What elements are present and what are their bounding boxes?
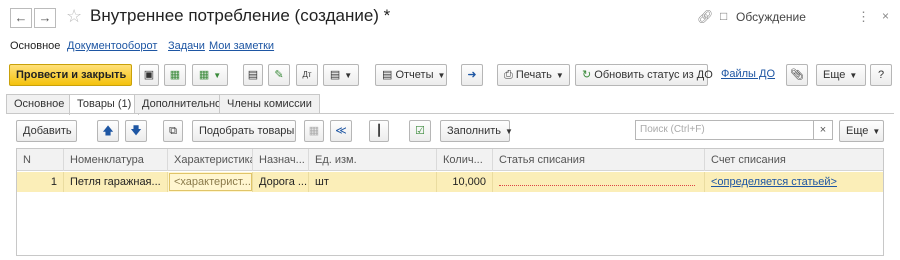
refresh-status-button[interactable]: ↻ Обновить статус из ДО xyxy=(575,64,713,86)
edit-icon[interactable]: ✎ xyxy=(268,64,290,86)
add-button[interactable]: Добавить xyxy=(16,120,77,142)
nav-main[interactable]: Основное xyxy=(10,40,60,52)
required-field-underline xyxy=(499,185,695,186)
print-button[interactable]: ⎙ Печать ▼ xyxy=(497,64,570,86)
cell-item[interactable]: Петля гаражная... xyxy=(64,172,168,192)
star-icon[interactable]: ☆ xyxy=(66,6,82,27)
split-icon[interactable]: ≪ xyxy=(330,120,352,142)
tab-main[interactable]: Основное xyxy=(6,94,73,114)
fill-button[interactable]: Заполнить ▼ xyxy=(440,120,513,142)
close-icon[interactable]: × xyxy=(882,9,889,23)
col-characteristic[interactable]: Характеристика xyxy=(168,149,253,171)
cell-unit[interactable]: шт xyxy=(309,172,437,192)
more-label: Еще xyxy=(823,69,846,81)
create-based-on-button[interactable]: ▦ ▼ xyxy=(192,64,228,86)
tab-additional[interactable]: Дополнительно xyxy=(134,94,230,114)
tab-divider xyxy=(6,113,894,114)
clear-search-icon[interactable]: × xyxy=(813,120,833,140)
goods-table: N Номенклатура Характеристика Назнач... … xyxy=(16,148,884,256)
reports-button[interactable]: ▤ Отчеты ▼ xyxy=(375,64,447,86)
printer-icon: ⎙ xyxy=(504,69,516,81)
forward-arrow-icon[interactable]: → xyxy=(34,8,56,28)
cell-writeoff-item[interactable] xyxy=(493,172,705,192)
dt-kt-icon[interactable]: Дт xyxy=(296,64,318,86)
more-menu-icon[interactable]: ⋮ xyxy=(857,9,870,25)
tab-commission[interactable]: Члены комиссии xyxy=(219,94,320,114)
col-writeoff-item[interactable]: Статья списания xyxy=(493,149,705,171)
reports-icon: ▤ xyxy=(382,69,396,81)
refresh-status-label: Обновить статус из ДО xyxy=(594,69,713,81)
paperclip-icon[interactable]: 📎︎ xyxy=(786,64,808,86)
nav-my-notes[interactable]: Мои заметки xyxy=(209,40,274,52)
cell-n: 1 xyxy=(17,172,64,192)
chat-icon[interactable]: □ xyxy=(720,9,727,23)
nav-tasks[interactable]: Задачи xyxy=(168,40,205,52)
refresh-icon: ↻ xyxy=(582,69,595,81)
copy-icon[interactable]: ⧉ xyxy=(163,120,183,142)
tab-goods[interactable]: Товары (1) xyxy=(69,94,140,115)
col-purpose[interactable]: Назнач... xyxy=(253,149,309,171)
post-icon[interactable]: ▦ xyxy=(164,64,186,86)
structure-icon[interactable]: ▤ ▼ xyxy=(323,64,359,86)
table-more-button[interactable]: Еще ▼ xyxy=(839,120,884,142)
cell-characteristic[interactable]: <характерист... xyxy=(168,172,253,192)
save-icon[interactable]: ▣ xyxy=(139,64,159,86)
nav-docflow[interactable]: Документооборот xyxy=(67,40,157,52)
col-unit[interactable]: Ед. изм. xyxy=(309,149,437,171)
table-more-label: Еще xyxy=(846,125,869,137)
more-button[interactable]: Еще ▼ xyxy=(816,64,866,86)
grid-icon[interactable]: ▦ xyxy=(304,120,324,142)
title-bar: ← → ☆ Внутреннее потребление (создание) … xyxy=(0,0,900,36)
help-button[interactable]: ? xyxy=(870,64,892,86)
cell-qty[interactable]: 10,000 xyxy=(437,172,493,192)
move-down-icon[interactable]: 🡇︎ xyxy=(125,120,147,142)
link-icon[interactable]: 🔗︎ xyxy=(697,9,714,25)
col-writeoff-account[interactable]: Счет списания xyxy=(705,149,883,171)
files-link[interactable]: Файлы ДО xyxy=(721,68,775,80)
table-row[interactable]: 1 Петля гаражная... <характерист... Доро… xyxy=(17,172,883,192)
reports-label: Отчеты xyxy=(395,69,434,81)
table-toolbar: Добавить 🡅︎ 🡇︎ ⧉ Подобрать товары ▦ ≪ ┃ … xyxy=(0,120,900,142)
table-header: N Номенклатура Характеристика Назнач... … xyxy=(17,149,883,171)
col-n[interactable]: N xyxy=(17,149,64,171)
page-title: Внутреннее потребление (создание) * xyxy=(90,6,391,25)
document-icon[interactable]: ▤ xyxy=(243,64,263,86)
discussion-button[interactable]: Обсуждение xyxy=(736,10,806,24)
col-item[interactable]: Номенклатура xyxy=(64,149,168,171)
command-bar: Провести и закрыть ▣ ▦ ▦ ▼ ▤ ✎ Дт ▤ ▼ ▤ От… xyxy=(0,64,900,88)
pick-goods-button[interactable]: Подобрать товары xyxy=(192,120,296,142)
col-qty[interactable]: Колич... xyxy=(437,149,493,171)
search-input[interactable]: Поиск (Ctrl+F) xyxy=(635,120,830,140)
post-and-close-button[interactable]: Провести и закрыть xyxy=(9,64,132,86)
checklist-icon[interactable]: ☑ xyxy=(409,120,431,142)
print-label: Печать xyxy=(515,69,552,81)
cell-writeoff-account[interactable]: <определяется статьей> xyxy=(705,172,883,192)
move-up-icon[interactable]: 🡅︎ xyxy=(97,120,119,142)
back-arrow-icon[interactable]: ← xyxy=(10,8,32,28)
go-arrow-icon[interactable]: ➜ xyxy=(461,64,483,86)
cell-purpose[interactable]: Дорога ... xyxy=(253,172,309,192)
fill-label: Заполнить xyxy=(447,125,502,137)
barcode-icon[interactable]: ┃ xyxy=(369,120,389,142)
